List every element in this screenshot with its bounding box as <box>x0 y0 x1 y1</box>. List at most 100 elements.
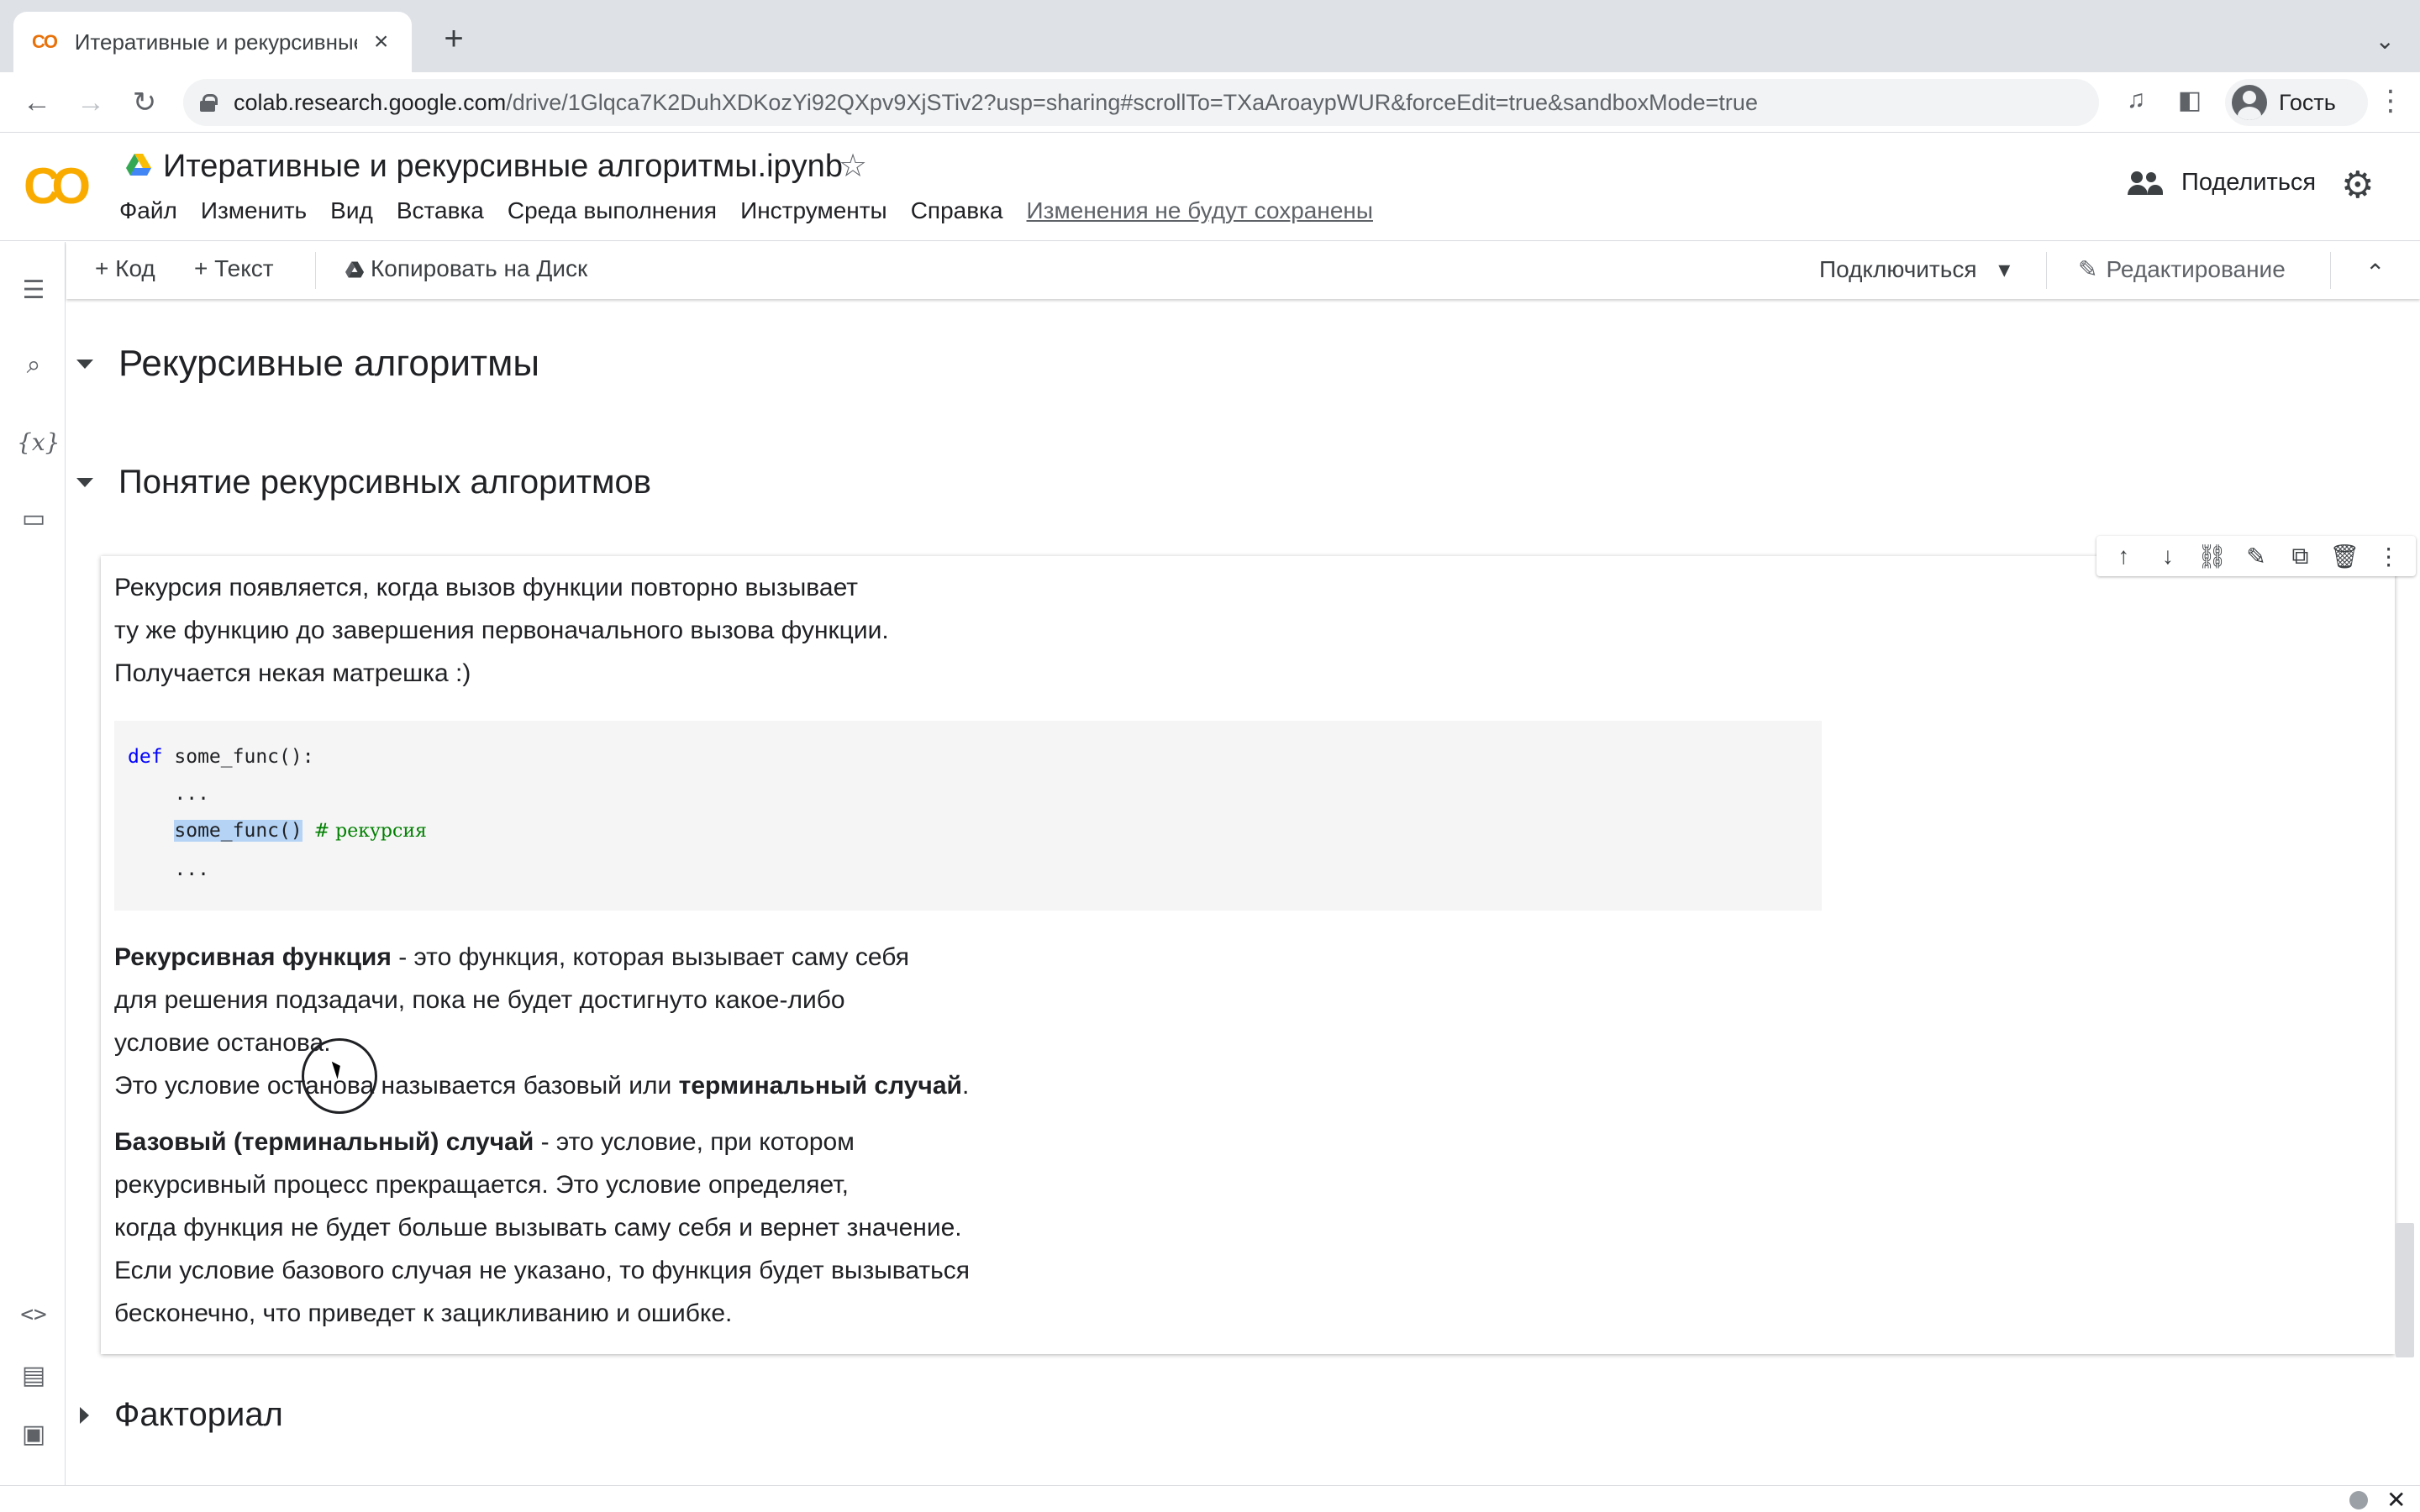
reload-icon[interactable]: ↻ <box>128 87 161 118</box>
files-folder-icon[interactable]: ▭ <box>17 504 50 533</box>
code-line: ... <box>128 783 209 805</box>
people-icon <box>2128 171 2163 195</box>
section-heading: Рекурсивные алгоритмы <box>118 343 539 384</box>
url-host: colab.research.google.com <box>234 89 507 115</box>
avatar-icon <box>2232 85 2267 120</box>
code-line: some_func() # рекурсия <box>128 820 427 842</box>
move-up-icon[interactable]: ↑ <box>2107 543 2140 570</box>
star-icon[interactable]: ☆ <box>839 147 867 185</box>
expand-caret-icon[interactable] <box>80 1406 89 1424</box>
menu-view[interactable]: Вид <box>330 197 373 224</box>
selected-code-text[interactable]: some_func() <box>174 820 302 842</box>
search-icon[interactable]: ⌕ <box>17 351 50 380</box>
left-sidebar: ☰ ⌕ {x} ▭ <> ▤ ▣ <box>0 242 66 1485</box>
table-of-contents-icon[interactable]: ☰ <box>17 276 50 305</box>
connect-button[interactable]: Подключиться ▾ <box>1819 255 2010 283</box>
drive-icon <box>345 261 364 278</box>
close-status-icon[interactable]: ✕ <box>2386 1486 2406 1512</box>
google-drive-icon[interactable] <box>126 154 151 176</box>
collapse-caret-icon[interactable] <box>76 478 93 487</box>
terminal-icon[interactable]: ▣ <box>17 1420 50 1449</box>
tab-close-icon[interactable]: × <box>369 28 393 56</box>
profile-button[interactable]: Гость <box>2225 79 2368 126</box>
colab-logo[interactable]: CO <box>24 157 91 216</box>
add-text-button[interactable]: + Текст <box>194 255 274 282</box>
menu-help[interactable]: Справка <box>911 197 1003 224</box>
code-snippets-icon[interactable]: <> <box>17 1302 50 1327</box>
link-icon[interactable]: ⛓ <box>2195 543 2228 570</box>
copy-to-drive-label: Копировать на Диск <box>371 255 588 281</box>
menu-insert[interactable]: Вставка <box>397 197 484 224</box>
lock-icon[interactable] <box>200 94 218 112</box>
more-options-icon[interactable]: ⋮ <box>2372 543 2406 570</box>
scrollbar-thumb[interactable] <box>2396 1223 2414 1357</box>
colab-header: CO Итеративные и рекурсивные алгоритмы.i… <box>0 134 2420 241</box>
share-button[interactable]: Поделиться <box>2128 169 2316 197</box>
bold-term: Рекурсивная функция <box>114 943 392 971</box>
menu-edit[interactable]: Изменить <box>201 197 307 224</box>
side-panel-icon[interactable]: ◧ <box>2171 86 2208 115</box>
tab-title: Итеративные и рекурсивные <box>74 29 358 55</box>
section-recursion-concept[interactable]: Понятие рекурсивных алгоритмов <box>76 464 651 501</box>
editing-mode-button[interactable]: ✎ Редактирование <box>2078 255 2286 283</box>
text-line: для решения подзадачи, пока не будет дос… <box>114 986 845 1014</box>
command-palette-icon[interactable]: ▤ <box>17 1361 50 1390</box>
colab-favicon-icon: CO <box>32 31 58 52</box>
settings-gear-icon[interactable]: ⚙ <box>2341 164 2374 207</box>
section-recursive-algorithms[interactable]: Рекурсивные алгоритмы <box>76 343 539 385</box>
bold-term: терминальный случай <box>678 1072 962 1100</box>
code-example: def some_func(): ... some_func() # рекур… <box>114 721 1822 911</box>
section-factorial[interactable]: Факториал <box>76 1396 283 1434</box>
section-heading: Понятие рекурсивных алгоритмов <box>118 464 652 501</box>
copy-to-drive-button[interactable]: Копировать на Диск <box>345 255 587 282</box>
recursive-function-paragraph: Рекурсивная функция - это функция, котор… <box>114 936 969 1107</box>
bold-term: Базовый (терминальный) случай <box>114 1128 534 1156</box>
edit-pencil-icon[interactable]: ✎ <box>2239 543 2273 570</box>
delete-icon[interactable]: 🗑 <box>2328 543 2361 570</box>
collapse-caret-icon[interactable] <box>76 359 93 369</box>
tab-search-icon[interactable]: ⌄ <box>2375 27 2395 55</box>
toolbar-divider <box>315 252 316 289</box>
code-line: ... <box>128 858 209 880</box>
text-span: . <box>961 1072 970 1100</box>
chevron-down-icon[interactable]: ▾ <box>1998 256 2010 282</box>
text-cell[interactable]: ↑ ↓ ⛓ ✎ ⧉ 🗑 ⋮ Рекурсия появляется, когда… <box>101 536 2416 1354</box>
url-path: /drive/1Glqca7K2DuhXDKozYi92QXpv9XjSTiv2… <box>506 89 1758 115</box>
notebook-title[interactable]: Итеративные и рекурсивные алгоритмы.ipyn… <box>163 149 843 185</box>
collapse-header-icon[interactable]: ⌃ <box>2365 259 2385 286</box>
notebook-content: Рекурсивные алгоритмы Понятие рекурсивны… <box>66 299 2420 1485</box>
browser-tab[interactable]: CO Итеративные и рекурсивные × <box>13 12 412 72</box>
toolbar-divider <box>2046 252 2047 289</box>
colab-menubar: Файл Изменить Вид Вставка Среда выполнен… <box>119 197 1397 224</box>
cell-action-toolbar: ↑ ↓ ⛓ ✎ ⧉ 🗑 ⋮ <box>2096 536 2416 576</box>
cell-toolbar: + Код + Текст Копировать на Диск Подключ… <box>66 242 2420 299</box>
browser-toolbar: ← → ↻ colab.research.google.com/drive/1G… <box>0 72 2420 133</box>
forward-icon[interactable]: → <box>74 87 108 118</box>
back-icon[interactable]: ← <box>20 87 54 118</box>
mirror-cell-icon[interactable]: ⧉ <box>2284 543 2317 570</box>
variables-icon[interactable]: {x} <box>17 428 60 456</box>
text-line: бесконечно, что приведет к зацикливанию … <box>114 1299 733 1327</box>
menu-runtime[interactable]: Среда выполнения <box>508 197 717 224</box>
text-line: когда функция не будет больше вызывать с… <box>114 1214 962 1242</box>
new-tab-button[interactable]: + <box>437 22 471 55</box>
status-indicator-icon <box>2349 1491 2368 1509</box>
base-case-paragraph: Базовый (терминальный) случай - это усло… <box>114 1121 970 1335</box>
media-control-icon[interactable]: ♫ <box>2118 86 2154 114</box>
code-comment: # рекурсия <box>302 821 427 842</box>
unsaved-changes-link[interactable]: Изменения не будут сохранены <box>1027 197 1373 224</box>
url-text[interactable]: colab.research.google.com/drive/1Glqca7K… <box>234 90 1758 116</box>
profile-name: Гость <box>2279 89 2336 115</box>
address-bar[interactable]: colab.research.google.com/drive/1Glqca7K… <box>183 79 2099 126</box>
menu-tools[interactable]: Инструменты <box>740 197 887 224</box>
text-line: Это условие останова называется базовый … <box>114 1064 969 1107</box>
text-line: условие останова. <box>114 1029 331 1057</box>
add-code-button[interactable]: + Код <box>95 255 155 282</box>
menu-file[interactable]: Файл <box>119 197 177 224</box>
move-down-icon[interactable]: ↓ <box>2151 543 2185 570</box>
browser-menu-icon[interactable]: ⋮ <box>2376 84 2405 118</box>
toolbar-divider <box>2330 252 2331 289</box>
text-line: Базовый (терминальный) случай - это усло… <box>114 1121 970 1163</box>
text-span: Это условие останова называется базовый … <box>114 1072 679 1100</box>
